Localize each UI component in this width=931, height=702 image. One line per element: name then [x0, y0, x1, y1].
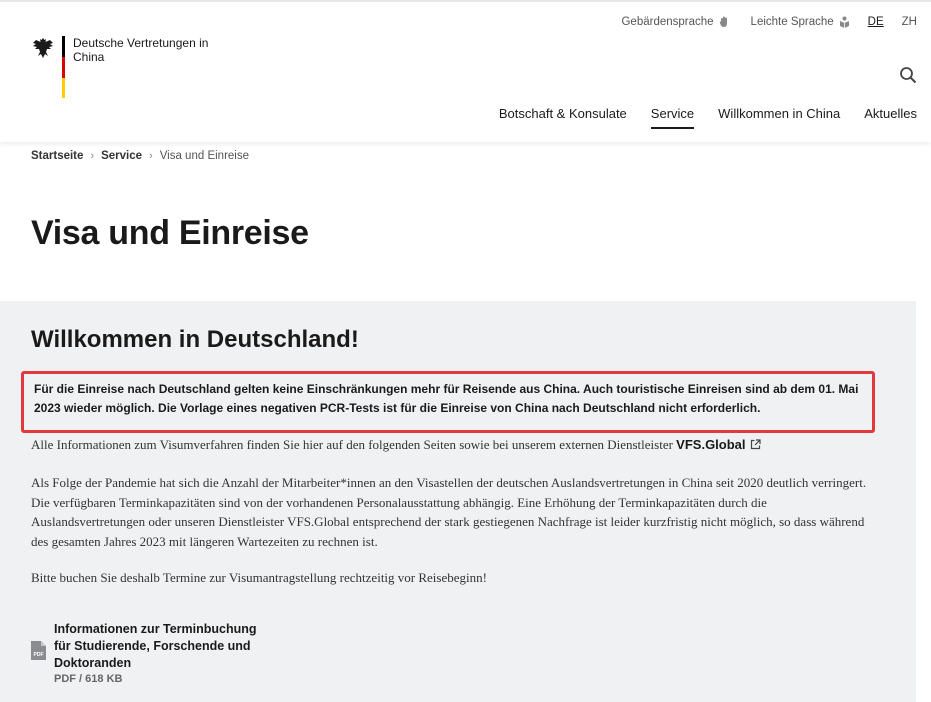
search-icon[interactable] — [899, 66, 917, 84]
sign-language-link[interactable]: Gebärdensprache — [621, 16, 728, 28]
breadcrumb-separator: › — [149, 150, 153, 162]
breadcrumb-service[interactable]: Service — [101, 150, 142, 162]
highlight-box: Für die Einreise nach Deutschland gelten… — [21, 371, 875, 433]
federal-eagle-icon — [33, 38, 53, 58]
vfs-global-link[interactable]: VFS.Global — [676, 437, 745, 452]
download-title: Informationen zur Terminbuchung für Stud… — [54, 622, 257, 670]
easy-language-label: Leichte Sprache — [750, 16, 834, 28]
welcome-panel: Willkommen in Deutschland! Für die Einre… — [0, 301, 916, 702]
main-navigation: Botschaft & Konsulate Service Willkommen… — [475, 106, 917, 129]
page-title: Visa und Einreise — [31, 214, 309, 252]
breadcrumb: Startseite › Service › Visa und Einreise — [31, 150, 249, 162]
booking-advice-paragraph: Bitte buchen Sie deshalb Termine zur Vis… — [31, 570, 487, 585]
pdf-icon-label: PDF — [34, 652, 44, 658]
pdf-file-icon: PDF — [31, 641, 46, 660]
visa-info-paragraph: Alle Informationen zum Visumverfahren fi… — [31, 435, 876, 455]
flag-red-stripe — [62, 57, 65, 78]
nav-item-willkommen[interactable]: Willkommen in China — [718, 106, 840, 129]
nav-item-botschaft[interactable]: Botschaft & Konsulate — [499, 106, 627, 129]
visa-info-text: Alle Informationen zum Visumverfahren fi… — [31, 437, 677, 452]
nav-item-aktuelles[interactable]: Aktuelles — [864, 106, 917, 129]
site-logo[interactable]: Deutsche Vertretungen in China — [31, 36, 208, 98]
external-link-icon[interactable] — [750, 439, 761, 450]
hand-icon — [719, 16, 727, 27]
logo-text: Deutsche Vertretungen in China — [73, 36, 209, 64]
download-meta: PDF / 618 KB — [54, 673, 123, 685]
breadcrumb-separator: › — [90, 150, 95, 162]
highlight-text: Für die Einreise nach Deutschland gelten… — [34, 382, 859, 415]
pandemic-paragraph: Als Folge der Pandemie hat sich die Anza… — [31, 475, 867, 549]
breadcrumb-current: Visa und Einreise — [159, 150, 249, 162]
site-header: Deutsche Vertretungen in China Gebärdens… — [0, 2, 931, 142]
flag-gold-stripe — [62, 78, 65, 98]
panel-title: Willkommen in Deutschland! — [31, 326, 359, 353]
nav-item-service[interactable]: Service — [650, 106, 695, 129]
sign-language-label: Gebärdensprache — [621, 16, 714, 28]
language-zh-link[interactable]: ZH — [902, 16, 917, 28]
easy-language-icon — [839, 16, 849, 28]
language-de-link[interactable]: DE — [868, 16, 884, 28]
download-text: Informationen zur Terminbuchung für Stud… — [54, 621, 264, 685]
easy-language-link[interactable]: Leichte Sprache — [751, 16, 850, 28]
meta-navigation: Gebärdensprache Leichte Sprache DE ZH — [599, 16, 917, 28]
flag-bar — [62, 36, 65, 98]
flag-black-stripe — [62, 36, 65, 57]
breadcrumb-home[interactable]: Startseite — [31, 150, 83, 162]
